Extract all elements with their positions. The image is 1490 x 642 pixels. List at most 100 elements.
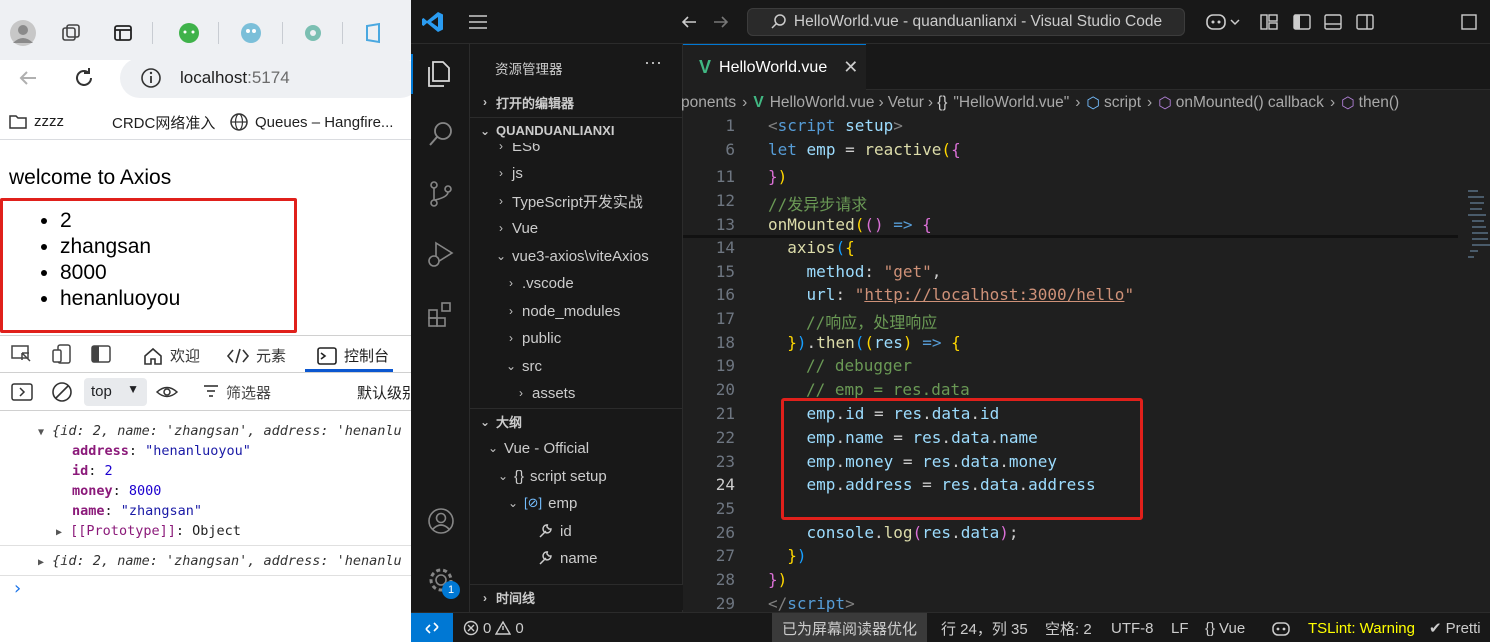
tree-folder-node-modules[interactable]: › node_modules <box>470 298 683 324</box>
tree-folder-public[interactable]: › public <box>470 325 683 351</box>
minimap[interactable] <box>1466 188 1490 308</box>
console-object-collapsed[interactable]: ▶ {id: 2, name: 'zhangsan', address: 'he… <box>38 553 402 569</box>
nav-forward-icon[interactable] <box>711 12 731 37</box>
dock-side-icon[interactable] <box>90 343 112 370</box>
accounts-icon[interactable] <box>423 503 459 539</box>
copilot-status-icon[interactable] <box>1271 613 1291 642</box>
workspaces-icon[interactable] <box>56 18 86 48</box>
tab-helloworld-vue[interactable]: V HelloWorld.vue ✕ <box>683 44 866 90</box>
run-debug-icon[interactable] <box>423 236 459 272</box>
profile-avatar-icon[interactable] <box>8 18 38 48</box>
open-editors-section[interactable]: › 打开的编辑器 <box>470 89 683 115</box>
indentation[interactable]: 空格: 2 <box>1045 613 1092 642</box>
console-object-expanded[interactable]: ▼ {id: 2, name: 'zhangsan', address: 'he… <box>38 423 402 439</box>
url-text[interactable]: localhost:5174 <box>180 68 290 88</box>
screen-reader-mode[interactable]: 已为屏幕阅读器优化 <box>772 613 928 642</box>
devtools-tab-welcome[interactable]: 欢迎 <box>142 345 200 366</box>
filter-icon[interactable] <box>202 383 220 404</box>
tree-folder-assets[interactable]: › assets <box>470 380 683 406</box>
copilot-icon[interactable] <box>1205 10 1245 39</box>
tree-label: .vscode <box>522 274 574 292</box>
back-icon[interactable] <box>16 66 40 95</box>
breadcrumb-item[interactable]: Vetur <box>888 94 924 112</box>
menu-hamburger-icon[interactable] <box>467 12 489 37</box>
console-prompt[interactable]: › <box>12 578 23 599</box>
inspect-element-icon[interactable] <box>10 343 34 370</box>
line-number: 25 <box>715 499 735 518</box>
refresh-icon[interactable] <box>72 66 96 95</box>
object-prototype[interactable]: ▶ [[Prototype]]: Object <box>56 523 241 539</box>
search-sidebar-icon[interactable] <box>423 116 459 152</box>
live-expression-eye-icon[interactable] <box>155 381 179 408</box>
language-mode[interactable]: {} Vue <box>1205 613 1245 642</box>
prettier-label: Pretti <box>1445 619 1481 637</box>
context-selector[interactable]: top ▼ <box>84 378 147 406</box>
method-icon: ⬡ <box>1341 94 1355 112</box>
minimize-icon[interactable] <box>1459 12 1479 37</box>
outline-item-script-setup[interactable]: ⌄{} script setup <box>470 463 683 489</box>
outline-item-emp[interactable]: ⌄ [⊘] emp <box>470 490 683 516</box>
tree-folder-vscode[interactable]: › .vscode <box>470 270 683 296</box>
toggle-secondary-sidebar-icon[interactable] <box>1355 12 1375 37</box>
tree-folder-es6[interactable]: › ES6 <box>470 143 683 159</box>
clear-console-icon[interactable] <box>50 380 74 409</box>
code-line: method: "get", <box>806 262 942 281</box>
customize-layout-icon[interactable] <box>1259 12 1279 37</box>
timeline-section[interactable]: › 时间线 <box>470 584 683 610</box>
tree-folder-typescript[interactable]: › TypeScript开发实战 <box>470 188 683 214</box>
property-value: 2 <box>104 463 113 479</box>
tree-folder-src[interactable]: ⌄ src <box>470 353 683 379</box>
breadcrumb-item[interactable]: script <box>1104 94 1141 112</box>
code-url-link[interactable]: http://localhost:3000/hello <box>864 285 1124 304</box>
cursor-position[interactable]: 行 24，列 35 <box>941 613 1028 642</box>
command-center[interactable]: HelloWorld.vue - quanduanlianxi - Visual… <box>747 8 1185 36</box>
device-toolbar-icon[interactable] <box>50 343 74 370</box>
code-editor[interactable]: 1 6 11 12 13 14 15 16 17 18 19 20 21 22 … <box>683 116 1490 613</box>
close-icon[interactable]: ✕ <box>843 57 858 78</box>
breadcrumb-item[interactable]: onMounted() callback <box>1176 94 1324 112</box>
outline-section[interactable]: ⌄ 大纲 <box>470 408 683 434</box>
tab-actions-icon[interactable] <box>108 18 138 48</box>
bookmark-folder-zzzz[interactable]: zzzz <box>8 112 64 130</box>
encoding[interactable]: UTF-8 <box>1111 613 1154 642</box>
braces-icon: {} <box>937 94 948 111</box>
wechat-tab-icon[interactable] <box>174 18 204 48</box>
outline-item-name[interactable]: name <box>470 545 683 571</box>
tree-folder-vue[interactable]: › Vue <box>470 215 683 241</box>
line-number: 16 <box>715 285 735 304</box>
object-property: money: 8000 <box>72 483 162 499</box>
tslint-status[interactable]: TSLint: Warning <box>1308 613 1415 642</box>
tree-folder-js[interactable]: › js <box>470 160 683 186</box>
outline-item-vue-official[interactable]: ⌄ Vue - Official <box>470 435 683 461</box>
extensions-icon[interactable] <box>423 296 459 332</box>
more-actions-icon[interactable]: ··· <box>644 52 662 73</box>
bookmark-hangfire[interactable]: Queues – Hangfire... <box>229 112 393 132</box>
vue-file-icon: V <box>753 94 764 111</box>
problems-indicator[interactable]: 0 0 <box>463 613 524 642</box>
devtools-tab-elements[interactable]: 元素 <box>226 345 286 366</box>
breadcrumb-item[interactable]: HelloWorld.vue <box>770 94 875 112</box>
devtools-tab-console[interactable]: 控制台 <box>316 345 389 366</box>
end-of-line[interactable]: LF <box>1171 613 1189 642</box>
log-level-dropdown[interactable]: 默认级别 <box>357 382 411 403</box>
nav-back-icon[interactable] <box>679 12 699 37</box>
breadcrumb-item[interactable]: "HelloWorld.vue" <box>953 94 1069 112</box>
prettier-status[interactable]: ✔ Pretti <box>1429 613 1481 642</box>
breadcrumb-item[interactable]: then() <box>1359 94 1400 112</box>
app-tab-icon[interactable] <box>236 18 266 48</box>
outline-item-id[interactable]: id <box>470 518 683 544</box>
bookmark-crdc[interactable]: CRDC网络准入 <box>112 112 215 133</box>
vscode-tab-icon[interactable] <box>358 18 388 48</box>
sidebar-toggle-icon[interactable] <box>10 381 34 408</box>
site-info-icon[interactable] <box>140 67 162 94</box>
breadcrumb-item[interactable]: ponents <box>681 94 736 112</box>
project-section[interactable]: ⌄ QUANDUANLIANXI <box>470 117 683 143</box>
filter-input[interactable]: 筛选器 <box>226 382 271 403</box>
settings-tab-icon[interactable] <box>298 18 328 48</box>
toggle-panel-icon[interactable] <box>1323 12 1343 37</box>
toggle-primary-sidebar-icon[interactable] <box>1292 12 1312 37</box>
explorer-icon[interactable] <box>423 56 459 92</box>
tree-folder-vue3-axios[interactable]: ⌄ vue3-axios\viteAxios <box>470 243 683 269</box>
source-control-icon[interactable] <box>423 176 459 212</box>
remote-indicator[interactable] <box>411 613 453 642</box>
